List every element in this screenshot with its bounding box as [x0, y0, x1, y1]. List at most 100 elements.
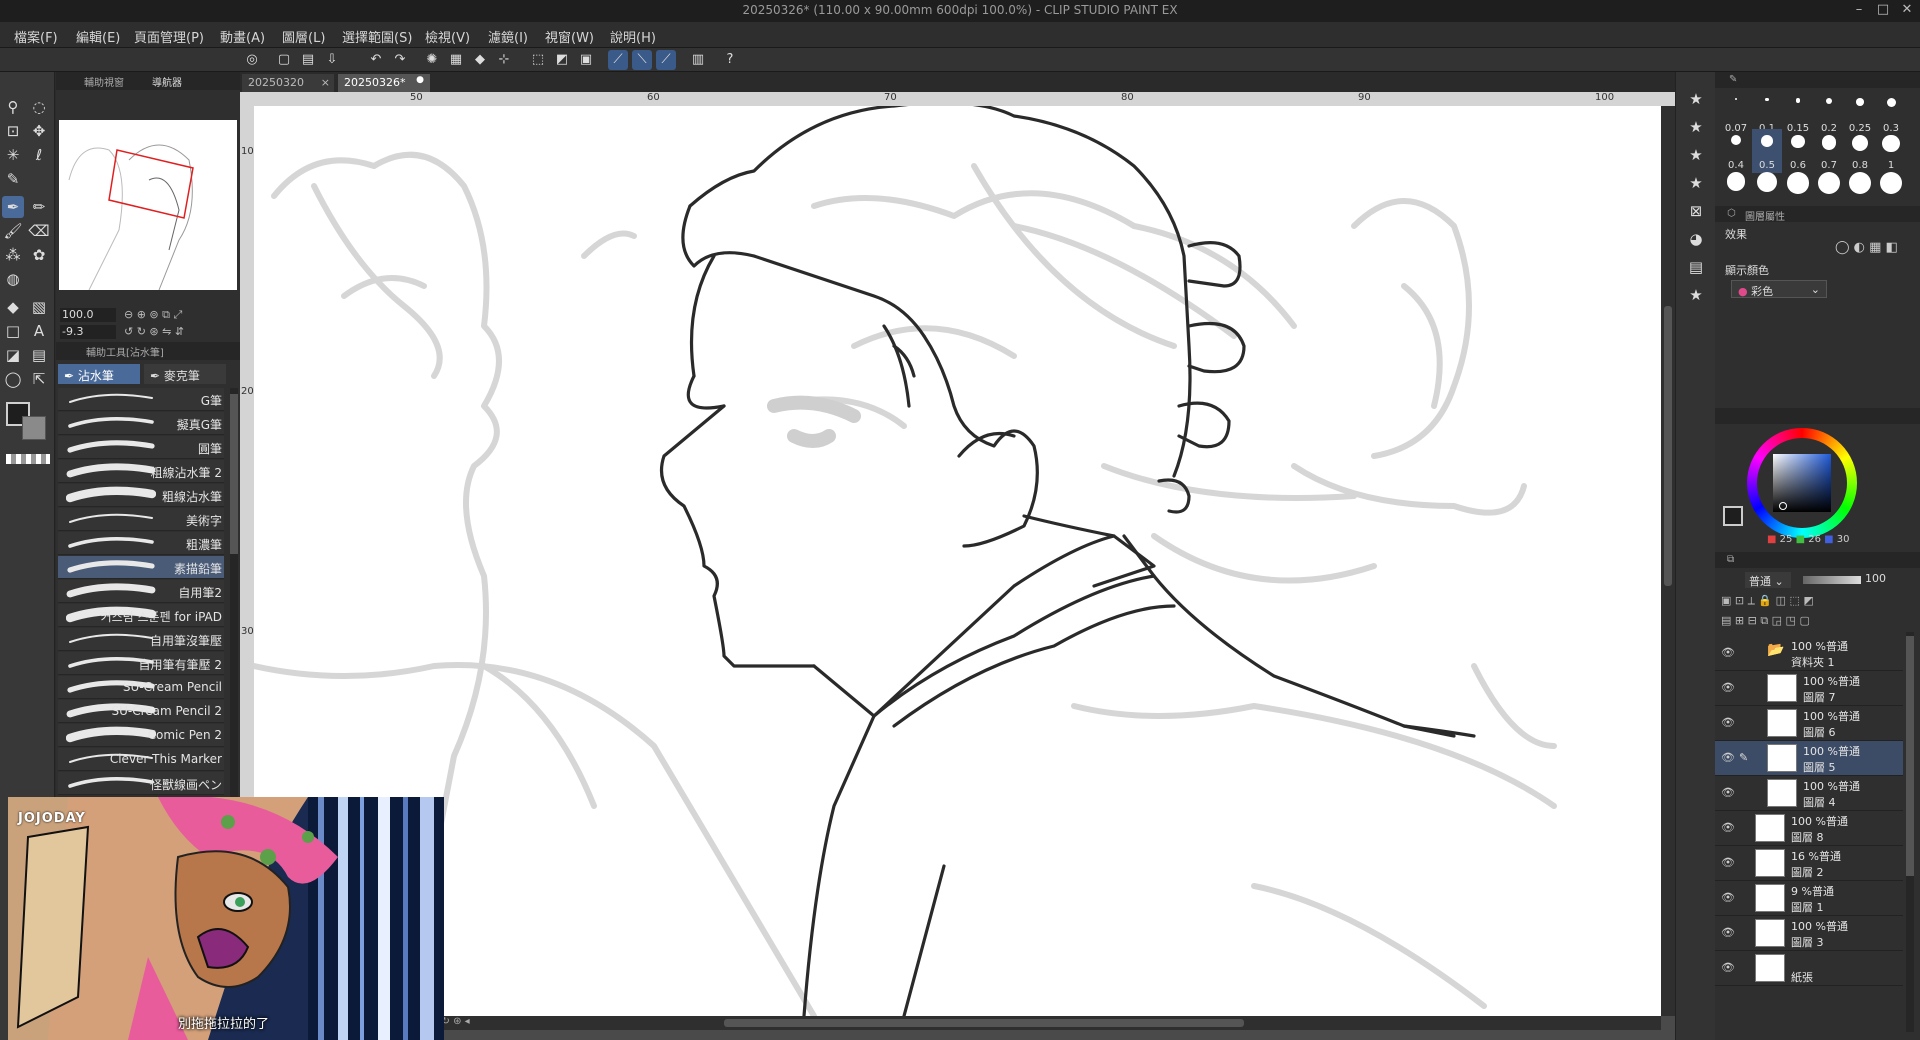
operation-icon[interactable]: ⊡: [2, 120, 24, 142]
menu-window[interactable]: 視窗(W): [545, 27, 594, 46]
material-star-icon[interactable]: ★: [1685, 116, 1707, 138]
eraser-icon[interactable]: ⌫: [28, 220, 50, 242]
brush-item[interactable]: 粗線沾水筆 2: [58, 460, 224, 483]
clear-outside-icon[interactable]: ▦: [446, 50, 466, 70]
save-icon[interactable]: ⇩: [322, 50, 342, 70]
brush-item[interactable]: 怪獸線画ペン: [58, 772, 224, 795]
show-selection-icon[interactable]: ▣: [576, 50, 596, 70]
eye-icon[interactable]: 👁: [1721, 821, 1735, 835]
layer-actions-icon[interactable]: ▤ ⊞ ⊟ ⧉ ◲ ◳ ▢: [1721, 614, 1810, 627]
rotate-controls-icon[interactable]: ↺ ↻ ⊛ ⇋ ⇵: [124, 325, 184, 338]
material-star-icon[interactable]: ★: [1685, 172, 1707, 194]
airbrush-icon[interactable]: ⁂: [2, 244, 24, 266]
opacity-value[interactable]: 100: [1865, 572, 1886, 585]
zoom-icon[interactable]: ⚲: [2, 96, 24, 118]
close-icon[interactable]: ✕: [1896, 2, 1918, 20]
menu-page[interactable]: 頁面管理(P): [134, 27, 204, 46]
menu-animation[interactable]: 動畫(A): [220, 27, 265, 46]
lasso-icon[interactable]: ◌: [28, 96, 50, 118]
zoom-controls-icon[interactable]: ⊖ ⊕ ⊚ ⧉ ⤢: [124, 308, 182, 322]
layer-row[interactable]: 👁 📂 100 %普通 資料夾 1: [1715, 636, 1903, 671]
brush-item[interactable]: 擬真G筆: [58, 412, 224, 435]
history-icon[interactable]: ▤: [1685, 256, 1707, 278]
menu-view[interactable]: 檢視(V): [425, 27, 470, 46]
menu-file[interactable]: 檔案(F): [14, 27, 58, 46]
brush-size-option[interactable]: [1876, 166, 1906, 210]
menu-edit[interactable]: 編輯(E): [76, 27, 120, 46]
help-icon[interactable]: ?: [720, 50, 740, 70]
layer-row[interactable]: 👁 100 %普通 圖層 8: [1715, 811, 1903, 846]
frame-border-icon[interactable]: ◪: [2, 344, 24, 366]
decoration-icon[interactable]: ✿: [28, 244, 50, 266]
brush-list-scrollbar[interactable]: [230, 388, 238, 798]
eyedropper-icon[interactable]: ✎: [2, 168, 24, 190]
brush-item[interactable]: 美術字: [58, 508, 224, 531]
video-overlay[interactable]: JOJODAY 別拖拖拉拉的了: [8, 797, 444, 1040]
blend-mode-select[interactable]: 普通 ⌄: [1745, 572, 1791, 588]
vertical-scrollbar[interactable]: [1661, 106, 1675, 1016]
brush-item[interactable]: G筆: [58, 388, 224, 411]
material-x-icon[interactable]: ⊠: [1685, 200, 1707, 222]
eye-icon[interactable]: 👁: [1721, 716, 1735, 730]
brush-size-option[interactable]: [1783, 166, 1813, 210]
gradient-icon[interactable]: ▧: [28, 296, 50, 318]
brush-size-option[interactable]: [1752, 166, 1782, 210]
snap-grid-icon[interactable]: ⟋: [656, 50, 676, 70]
brush-item[interactable]: 粗濃筆: [58, 532, 224, 555]
magic-wand-icon[interactable]: ✳: [2, 144, 24, 166]
clip-studio-icon[interactable]: ◎: [242, 50, 262, 70]
sub-color-swatch[interactable]: [22, 416, 46, 440]
main-color-chip[interactable]: [1723, 506, 1743, 526]
brush-item[interactable]: 圓筆: [58, 436, 224, 459]
close-tab-icon[interactable]: ×: [321, 76, 330, 89]
fill-bucket-icon[interactable]: ◆: [2, 296, 24, 318]
layer-row[interactable]: 👁 100 %普通 圖層 3: [1715, 916, 1903, 951]
brush-item[interactable]: SU-Cream Pencil: [58, 676, 224, 699]
layer-row[interactable]: 👁 16 %普通 圖層 2: [1715, 846, 1903, 881]
minimize-icon[interactable]: –: [1848, 2, 1870, 20]
material-star-icon[interactable]: ★: [1685, 284, 1707, 306]
balloon-icon[interactable]: ▤: [28, 344, 50, 366]
transform-icon[interactable]: ⊹: [494, 50, 514, 70]
group-pen-tab[interactable]: ✒ 沾水筆: [58, 364, 140, 384]
effect-buttons-icon[interactable]: ◯ ◐ ▦ ◧: [1835, 240, 1898, 255]
invert-selection-icon[interactable]: ◩: [552, 50, 572, 70]
snap-special-ruler-icon[interactable]: ⟍: [632, 50, 652, 70]
eye-icon[interactable]: 👁: [1721, 856, 1735, 870]
transparent-color-swatch[interactable]: [6, 454, 50, 464]
brush-item[interactable]: 自用筆2: [58, 580, 224, 603]
blend-icon[interactable]: ◍: [2, 268, 24, 290]
layer-row[interactable]: 👁 100 %普通 圖層 4: [1715, 776, 1903, 811]
layer-row[interactable]: 👁 9 %普通 圖層 1: [1715, 881, 1903, 916]
menu-help[interactable]: 說明(H): [610, 27, 656, 46]
brush-item[interactable]: Clever This Marker: [58, 748, 224, 771]
eye-icon[interactable]: 👁: [1721, 926, 1735, 940]
color-set-icon[interactable]: ◕: [1685, 228, 1707, 250]
brush-item[interactable]: 粗線沾水筆: [58, 484, 224, 507]
display-color-select[interactable]: ● 彩色 ⌄: [1731, 280, 1827, 298]
layer-tools-icon[interactable]: ▣ ⊡ ⟂ 🔒 ◫ ⬚ ◩: [1721, 594, 1814, 607]
zoom-value[interactable]: 100.0: [60, 308, 116, 322]
text-icon[interactable]: A: [28, 320, 50, 342]
ruler-icon[interactable]: ◯: [2, 368, 24, 390]
saturation-value-square[interactable]: [1773, 454, 1831, 512]
eye-icon[interactable]: 👁: [1721, 681, 1735, 695]
eye-icon[interactable]: 👁: [1721, 646, 1735, 660]
group-marker-tab[interactable]: ✒ 麥克筆: [144, 364, 226, 384]
deselect-icon[interactable]: ⬚: [528, 50, 548, 70]
companion-icon[interactable]: ▥: [688, 50, 708, 70]
menu-layer[interactable]: 圖層(L): [282, 27, 325, 46]
maximize-icon[interactable]: □: [1872, 2, 1894, 20]
layer-scrollbar[interactable]: [1906, 632, 1914, 1032]
layer-row[interactable]: 👁 紙張: [1715, 951, 1903, 986]
tab-navigator[interactable]: 導航器: [152, 74, 182, 89]
horizontal-scrollbar[interactable]: ↺ ↻ ⊛ ◂: [254, 1016, 1661, 1030]
opacity-slider[interactable]: [1803, 576, 1861, 584]
doc-tab-20250320[interactable]: 20250320 ×: [242, 74, 334, 92]
clear-icon[interactable]: ✺: [422, 50, 442, 70]
navigator-preview[interactable]: [59, 120, 237, 291]
brush-item[interactable]: 素描鉛筆: [58, 556, 224, 579]
brush-item[interactable]: Comic Pen 2: [58, 724, 224, 747]
material-star-icon[interactable]: ★: [1685, 144, 1707, 166]
new-file-icon[interactable]: ▢: [274, 50, 294, 70]
